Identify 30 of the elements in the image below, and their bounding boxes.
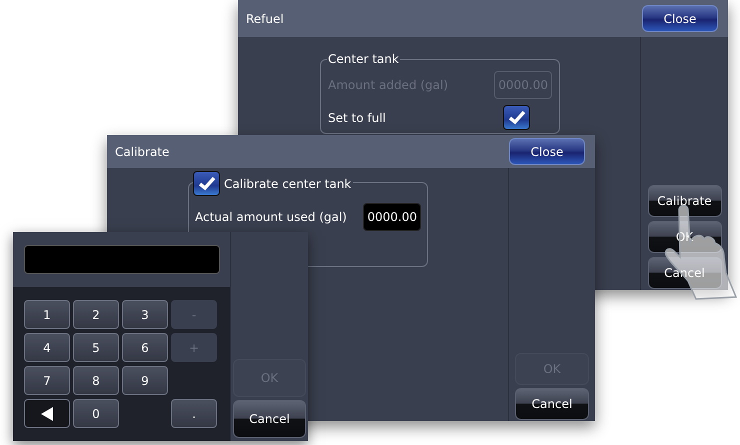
keypad-key[interactable]: 9 — [122, 366, 168, 395]
backspace-key[interactable] — [24, 399, 70, 428]
keypad-key[interactable]: 4 — [24, 333, 70, 362]
checkbox[interactable] — [193, 171, 220, 196]
checkbox[interactable] — [503, 105, 530, 130]
field-label: Actual amount used (gal) — [195, 209, 347, 226]
close-button[interactable]: Close — [642, 5, 718, 32]
keypad-key[interactable]: . — [171, 399, 217, 428]
keypad-key[interactable]: 2 — [73, 300, 119, 329]
number-field[interactable]: 0000.00 — [363, 203, 421, 231]
keypad-display[interactable] — [24, 245, 220, 274]
group-title: Calibrate center tank — [224, 176, 352, 192]
keypad-key[interactable]: 0 — [73, 399, 119, 428]
field-label: Set to full — [328, 110, 386, 126]
keypad-key[interactable]: 5 — [73, 333, 119, 362]
dialog-button[interactable]: Calibrate — [648, 185, 722, 217]
dialog-button[interactable]: Cancel — [233, 400, 306, 438]
left-triangle-icon — [41, 406, 53, 420]
keypad-key[interactable]: 3 — [122, 300, 168, 329]
group-title: Center tank — [327, 51, 400, 68]
window-title: Refuel — [246, 10, 284, 28]
checkmark-icon — [198, 176, 216, 191]
dialog-button[interactable]: Cancel — [515, 388, 589, 420]
keypad-key[interactable]: 1 — [24, 300, 70, 329]
keypad-key[interactable]: 8 — [73, 366, 119, 395]
close-button[interactable]: Close — [509, 138, 585, 165]
checkmark-icon — [508, 110, 526, 125]
keypad-key[interactable]: 7 — [24, 366, 70, 395]
window-title: Calibrate — [115, 144, 170, 160]
keypad-key[interactable]: 6 — [122, 333, 168, 362]
